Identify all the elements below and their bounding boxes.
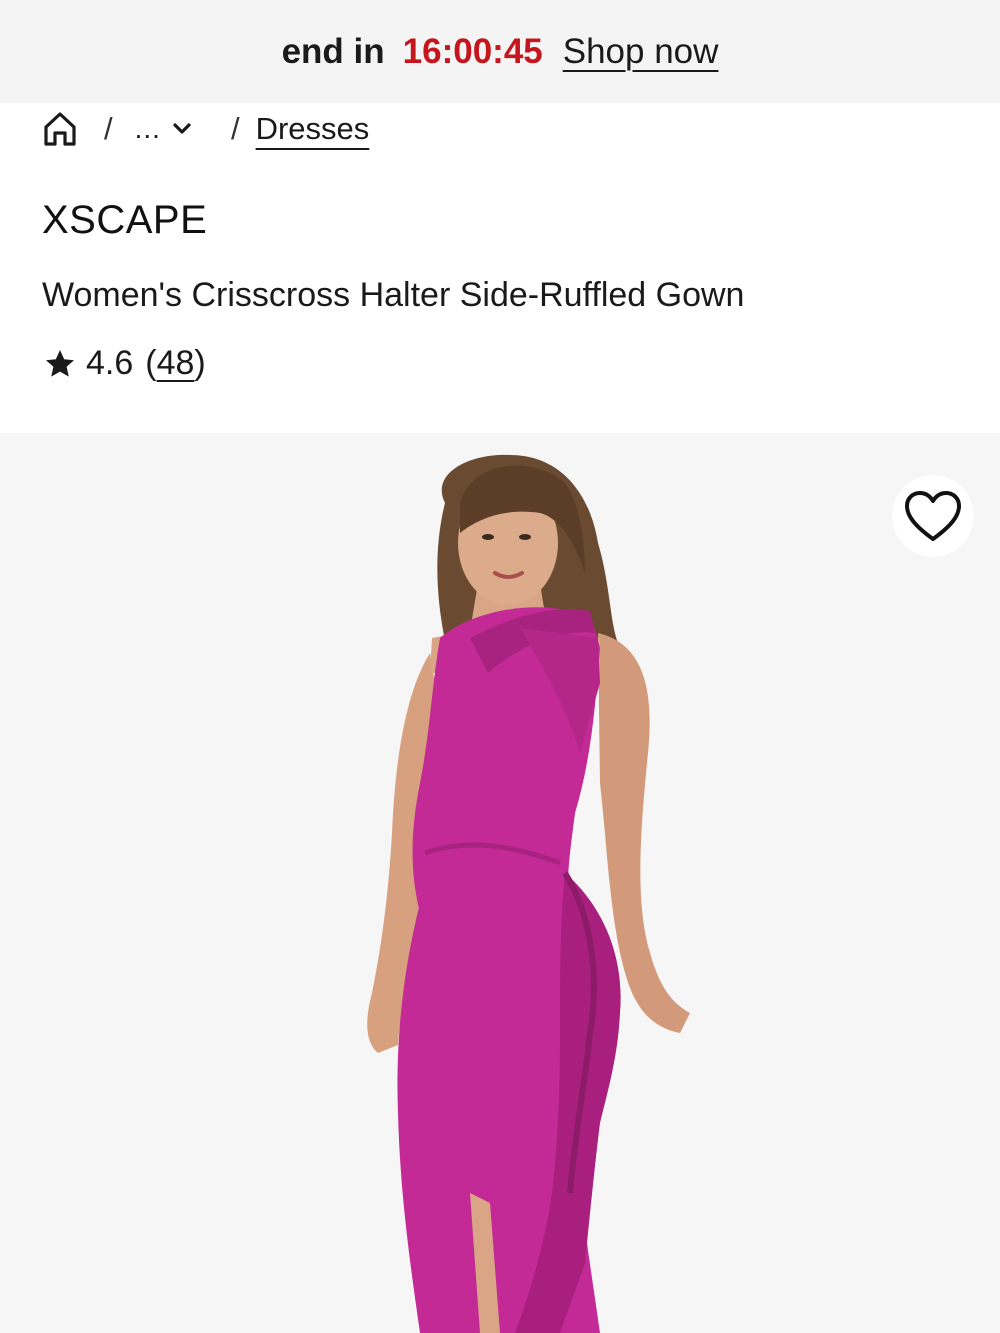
promo-text: end in [281, 31, 385, 71]
home-icon[interactable] [42, 109, 78, 149]
review-close-paren: ) [194, 344, 206, 382]
breadcrumb: / ... / Dresses [42, 104, 369, 154]
countdown-timer: 16:00:45 [402, 31, 543, 71]
review-count-link[interactable]: 48 [157, 344, 195, 383]
product-rating: 4.6 (48) [44, 344, 206, 383]
shop-now-link[interactable]: Shop now [563, 32, 719, 72]
product-image-gallery[interactable] [0, 433, 1000, 1333]
rating-value: 4.6 [86, 344, 134, 382]
breadcrumb-collapsed-menu[interactable]: ... [135, 113, 191, 145]
breadcrumb-separator: / [104, 111, 113, 146]
heart-icon [903, 489, 963, 543]
product-title: Women's Crisscross Halter Side-Ruffled G… [42, 276, 745, 314]
product-image [0, 433, 1000, 1333]
brand-name[interactable]: XSCAPE [42, 198, 207, 243]
wishlist-button[interactable] [892, 475, 974, 557]
promo-banner: end in 16:00:45 Shop now [0, 0, 1000, 103]
breadcrumb-dresses[interactable]: Dresses [256, 111, 370, 147]
review-open-paren: ( [145, 344, 157, 382]
star-icon [44, 348, 76, 380]
breadcrumb-separator: / [230, 111, 240, 146]
breadcrumb-ellipsis: ... [134, 113, 161, 144]
chevron-down-icon [173, 122, 191, 136]
